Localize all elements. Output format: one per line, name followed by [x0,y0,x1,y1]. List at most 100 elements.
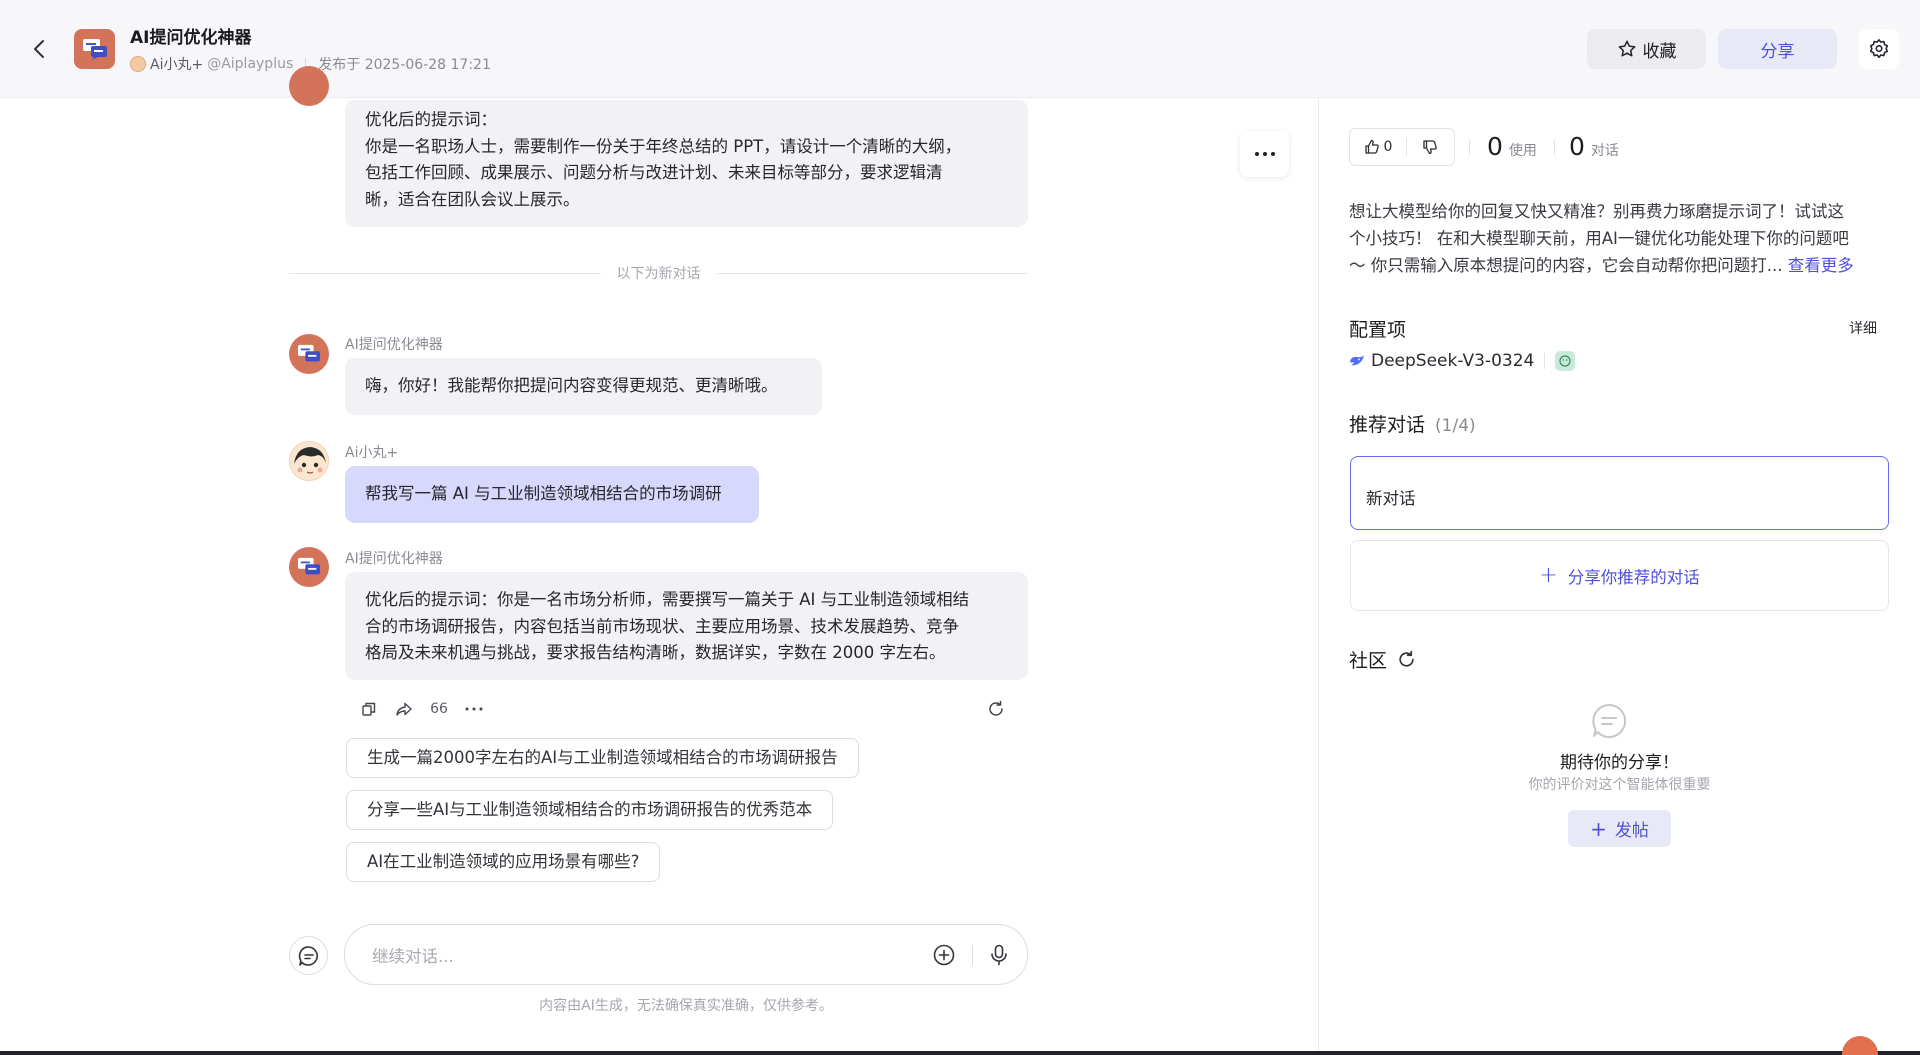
dot [1262,152,1267,156]
gear-icon [1869,39,1889,59]
like-button[interactable]: 0 [1350,129,1406,165]
empty-state-subtitle: 你的评价对这个智能体很重要 [1528,777,1711,793]
description-line: ～ 你只需输入原本想提问的内容，它会自动帮你把问题打... [1349,256,1783,275]
message-line: 嗨，你好！我能帮你把提问内容变得更规范、更清晰哦。 [365,376,778,395]
top-header: AI提问优化神器 Ai小丸+ @Aiplayplus 发布于 2025-06-2… [0,0,1920,98]
divider-line [289,272,601,274]
ellipsis-icon [465,707,483,711]
message-line: 格局及未来机遇与挑战，要求报告结构清晰，数据详实，字数在 2000 字左右。 [365,643,946,662]
back-button[interactable] [26,34,52,64]
see-more-link[interactable]: 查看更多 [1788,256,1854,275]
microphone-icon[interactable] [987,943,1011,967]
dot [1270,152,1275,156]
app-logo-icon [298,557,320,575]
message-input-box [344,924,1028,985]
plus-icon: + [1590,816,1607,841]
message-line: 晰，适合在团队会议上展示。 [365,189,580,209]
message-actions: 66 [356,697,1018,721]
community-header: 社区 [1349,646,1416,673]
message-line: 优化后的提示词： [365,110,497,129]
message-line: 优化后的提示词：你是一名市场分析师，需要撰写一篇关于 AI 与工业制造领域相结 [365,590,970,609]
model-name[interactable]: DeepSeek-V3-0324 [1371,351,1534,371]
share-button[interactable]: 分享 [1718,29,1837,69]
model-divider [1544,353,1546,369]
plugin-icon[interactable] [1555,351,1576,371]
description-line: 想让大模型给你的回复又快又精准？别再费力琢磨提示词了！试试这 [1349,202,1844,221]
uses-stat: 0 使用 [1487,132,1537,161]
post-button[interactable]: + 发帖 [1568,810,1671,847]
share-recommended-button[interactable]: + 分享你推荐的对话 [1350,540,1889,611]
bot-message-bubble: 优化后的提示词：你是一名市场分析师，需要撰写一篇关于 AI 与工业制造领域相结 … [345,572,1028,680]
stat-divider [1554,139,1555,155]
suggested-question[interactable]: AI在工业制造领域的应用场景有哪些? [346,842,661,882]
share-message-button[interactable] [391,697,417,721]
share-label: 分享 [1760,41,1795,62]
community-title: 社区 [1349,650,1388,672]
more-actions-button[interactable] [461,697,487,721]
message-line: 包括工作回顾、成果展示、问题分析与改进计划、未来目标等部分，要求逻辑清 [365,163,943,182]
thumbs-up-icon [1364,139,1379,154]
suggested-question[interactable]: 生成一篇2000字左右的AI与工业制造领域相结合的市场调研报告 [346,738,859,778]
recommend-title: 推荐对话 [1349,414,1426,436]
detail-link[interactable]: 详细 [1849,318,1877,338]
new-chat-icon [298,945,318,966]
message-line: 帮我写一篇 AI 与工业制造领域相结合的市场调研 [365,484,722,503]
bot-avatar [289,334,329,374]
bot-message-bubble: 嗨，你好！我能帮你把提问内容变得更规范、更清晰哦。 [345,358,822,415]
recommend-title-row: 推荐对话 (1/4) [1349,410,1476,437]
copy-icon [362,702,376,716]
user-message-bubble: 帮我写一篇 AI 与工业制造领域相结合的市场调研 [345,466,759,523]
sender-name: AI提问优化神器 [345,337,443,353]
comment-icon [1592,703,1627,738]
share-arrow-icon [396,702,412,716]
app-logo-icon [74,29,115,69]
message-input[interactable] [372,943,932,969]
recommended-dialog-card[interactable]: 新对话 [1350,456,1889,530]
add-attachment-icon[interactable] [932,943,956,967]
stat-divider [1469,139,1470,155]
favorite-button[interactable]: 收藏 [1587,29,1706,69]
share-recommended-label: 分享你推荐的对话 [1567,567,1700,587]
author-handle: @Aiplayplus [207,56,294,72]
description-line: 个小技巧！ 在和大模型聊天前，用AI一键优化功能处理下你的问题吧 [1349,229,1849,248]
suggested-question[interactable]: 分享一些AI与工业制造领域相结合的市场调研报告的优秀范本 [346,790,834,830]
ai-disclaimer: 内容由AI生成，无法确保真实准确，仅供参考。 [539,998,833,1014]
star-icon [1618,40,1635,57]
input-divider [972,945,973,965]
chevron-left-icon [34,40,44,58]
dot [1254,152,1259,156]
dislike-button[interactable] [1407,129,1454,165]
message-line: 你是一名职场人士，需要制作一份关于年终总结的 PPT，请设计一个清晰的大纲， [365,136,962,156]
settings-button[interactable] [1859,29,1899,69]
quote-button[interactable]: 66 [426,697,452,721]
favorite-label: 收藏 [1642,41,1677,62]
plus-icon: + [1539,563,1558,588]
dialogs-label: 对话 [1590,143,1619,159]
dialogs-stat: 0 对话 [1569,132,1619,161]
divider-line [716,272,1028,274]
publish-date: 发布于 2025-06-28 17:21 [318,57,491,73]
new-chat-button[interactable] [289,936,328,975]
new-conversation-divider: 以下为新对话 [289,263,1028,283]
agent-description: 想让大模型给你的回复又快又精准？别再费力琢磨提示词了！试试这 个小技巧！ 在和大… [1349,198,1895,279]
user-avatar [289,441,329,481]
uses-label: 使用 [1508,143,1537,159]
uses-count: 0 [1487,132,1503,161]
description-line-last: ～ 你只需输入原本想提问的内容，它会自动帮你把问题打... 查看更多 [1349,252,1895,279]
sender-name: Ai小丸+ [345,445,399,461]
config-title: 配置项 [1349,319,1407,341]
rating-group: 0 [1349,128,1455,166]
taskbar-strip [0,1051,1920,1055]
empty-state-title: 期待你的分享！ [1560,753,1679,773]
more-options-button[interactable] [1240,131,1289,177]
message-line: 合的市场调研报告，内容包括当前市场现状、主要应用场景、技术发展趋势、竞争 [365,616,959,636]
refresh-icon [989,700,1003,716]
thumbs-down-icon [1423,140,1438,155]
regenerate-button[interactable] [983,697,1009,721]
recommend-count: (1/4) [1435,416,1476,436]
copy-button[interactable] [356,697,382,721]
bot-avatar [289,547,329,587]
refresh-icon[interactable] [1397,650,1416,669]
dialogs-count: 0 [1569,132,1585,161]
author-name[interactable]: Ai小丸+ [150,54,203,74]
